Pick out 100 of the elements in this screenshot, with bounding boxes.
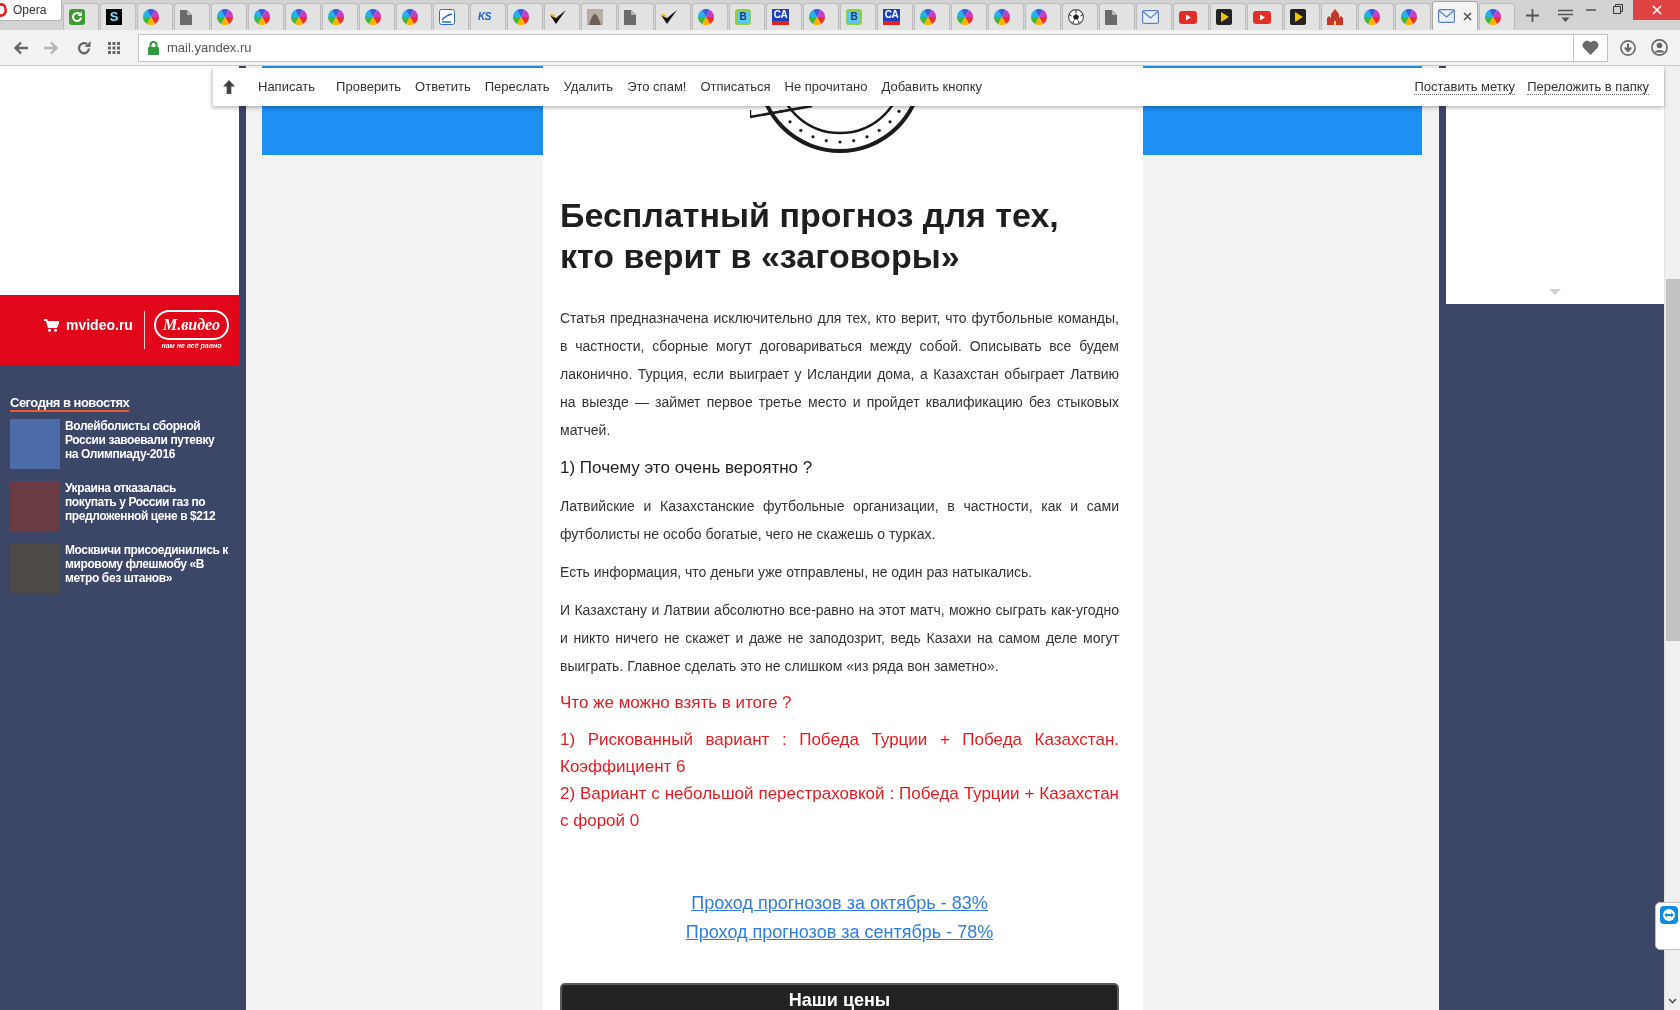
letter-icon: CA — [772, 9, 789, 25]
email-title: Бесплатный прогноз для тех, кто верит в «заговоры» — [560, 195, 1060, 277]
browser-tab[interactable] — [1210, 3, 1246, 30]
letter-icon: B — [846, 9, 862, 25]
castle-icon — [1327, 9, 1343, 25]
opera-menu-button[interactable]: Opera — [0, 0, 62, 21]
side-tab[interactable] — [1655, 902, 1680, 950]
letter-icon: S — [106, 9, 122, 25]
toolbar-link[interactable]: Поставить метку — [1414, 79, 1516, 95]
ball-icon — [1068, 9, 1084, 25]
scroll-down-icon[interactable] — [1668, 998, 1677, 1004]
document-icon — [439, 9, 455, 25]
photo-placeholder — [10, 543, 60, 593]
highlight-heading: Что же можно взять в итоге ? — [560, 692, 793, 714]
highlight-text: 1) Рискованный вариант : Победа Турции + Победа Казахстан. Коэффициент 6 — [560, 729, 1119, 778]
lock-icon — [148, 40, 159, 55]
close-button[interactable] — [1633, 0, 1680, 20]
color-wheel-icon — [1485, 9, 1501, 25]
browser-tab[interactable]: CA — [877, 3, 913, 30]
close-icon[interactable] — [1463, 11, 1472, 21]
tab-menu-icon[interactable] — [1558, 9, 1573, 22]
toolbar-button[interactable]: Ответить — [415, 77, 471, 97]
color-wheel-icon — [1401, 9, 1417, 25]
toolbar-button[interactable]: Не прочитано — [784, 77, 868, 97]
letter-icon: CA — [883, 9, 900, 25]
close-icon — [1651, 5, 1662, 15]
video-icon — [1179, 10, 1197, 24]
ring-icon — [0, 3, 8, 17]
color-wheel-icon — [994, 9, 1010, 25]
video-icon — [1253, 10, 1271, 24]
up-arrow-icon[interactable] — [223, 80, 235, 94]
heart-icon — [1582, 40, 1599, 55]
color-wheel-icon — [698, 9, 714, 25]
color-wheel-icon — [402, 9, 418, 25]
letter-icon: B — [735, 9, 751, 25]
back-icon[interactable] — [13, 40, 28, 55]
browser-tab[interactable] — [1062, 3, 1098, 30]
envelope-icon — [1438, 9, 1455, 23]
play-icon — [1290, 9, 1306, 25]
browser-tab[interactable]: B — [840, 3, 876, 30]
browser-tab[interactable]: CA — [766, 3, 802, 30]
color-wheel-icon — [328, 9, 344, 25]
color-wheel-icon — [365, 9, 381, 25]
news-link[interactable]: Москвичи присоединились к мировому флешмобу «В метро без штанов» — [65, 543, 229, 585]
stats-link[interactable]: Проход прогнозов за октябрь - 83% — [691, 893, 988, 913]
color-wheel-icon — [513, 9, 529, 25]
browser-tab[interactable] — [655, 3, 691, 30]
toolbar-button[interactable]: Это спам! — [627, 77, 687, 97]
prices-button[interactable]: Наши цены — [560, 983, 1119, 1010]
browser-tab[interactable]: KS — [470, 3, 506, 30]
bookmark-button[interactable] — [1574, 33, 1608, 62]
toolbar-button[interactable]: Переслать — [484, 77, 550, 97]
photo-placeholder — [10, 481, 60, 531]
browser-tab[interactable]: B — [729, 3, 765, 30]
checkmark-icon — [550, 10, 566, 24]
browser-tab[interactable] — [1284, 3, 1320, 30]
news-link[interactable]: Украина отказалась покупать у России газ по предложенной цене в $212 — [65, 481, 229, 523]
double-arrow-icon — [1660, 906, 1678, 924]
email-paragraph: Есть информация, что деньги уже отправлены, не один раз натыкались. — [560, 563, 1034, 582]
scrollbar-thumb[interactable] — [1665, 279, 1680, 641]
color-wheel-icon — [1364, 9, 1380, 25]
letter-icon: KS — [476, 9, 493, 25]
envelope-icon — [1142, 10, 1159, 24]
news-heading: Сегодня в новостях — [10, 395, 130, 412]
checkmark-icon — [661, 10, 677, 24]
email-paragraph: Статья предназначена исключительно для тех, кто верит, что футбольные команды, в частности, сборные могут договариваться между собой. Описывать все будем лаконично. Турция, если выиграет у Исландии дома, а Казахстан обыграет Латвию на выезде — займет первое третье место и пройдет квалификацию без стыковых матчей. — [560, 309, 1119, 440]
plus-icon[interactable] — [1526, 9, 1539, 22]
toolbar-button[interactable]: Добавить кнопку — [881, 77, 982, 97]
banner-site-text: mvideo.ru — [66, 316, 133, 335]
reload-icon[interactable] — [77, 40, 91, 55]
brand-logo: М.видео — [153, 309, 229, 340]
toolbar-button[interactable]: Проверить — [336, 77, 402, 97]
browser-tab[interactable] — [544, 3, 580, 30]
color-wheel-icon — [254, 9, 270, 25]
toolbar-button[interactable]: Отписаться — [700, 77, 771, 97]
toolbar-button[interactable]: Удалить — [563, 77, 614, 97]
stats-link[interactable]: Проход прогнозов за сентябрь - 78% — [685, 922, 994, 942]
news-link[interactable]: Волейболисты сборной России завоевали путевку на Олимпиаду-2016 — [65, 419, 229, 461]
browser-tab[interactable]: S — [100, 3, 136, 30]
color-wheel-icon — [920, 9, 936, 25]
document-icon — [180, 9, 192, 25]
cart-icon — [44, 319, 59, 332]
address-field[interactable]: mail.yandex.ru — [138, 33, 1574, 62]
refresh-icon — [69, 9, 85, 25]
download-icon[interactable] — [1620, 39, 1636, 56]
play-icon — [1216, 9, 1232, 25]
section-heading: 1) Почему это очень вероятно ? — [560, 457, 814, 479]
grid-icon[interactable] — [108, 41, 120, 54]
color-wheel-icon — [291, 9, 307, 25]
toolbar-link[interactable]: Переложить в папку — [1527, 79, 1649, 95]
color-wheel-icon — [143, 9, 159, 25]
email-paragraph: Латвийские и Казахстанские футбольные организации, в частности, как и сами футболисты не особо богатые, чего не скажешь о турках. — [560, 497, 1119, 544]
photo-placeholder — [10, 419, 60, 469]
restore-icon[interactable] — [1613, 4, 1623, 14]
toolbar-button[interactable]: Написать — [258, 77, 316, 97]
account-icon[interactable] — [1651, 39, 1668, 56]
color-wheel-icon — [217, 9, 233, 25]
document-icon — [1105, 9, 1117, 25]
email-paragraph: И Казахстану и Латвии абсолютно все-равно на этот матч, можно сыграть как-угодно и никто ничего не скажет и даже не заподозрит, ведь Казахи на самом деле могут выиграть. Главное сделать это не слишком «из ряда вон заметно». — [560, 601, 1119, 676]
photo-icon — [587, 9, 603, 25]
